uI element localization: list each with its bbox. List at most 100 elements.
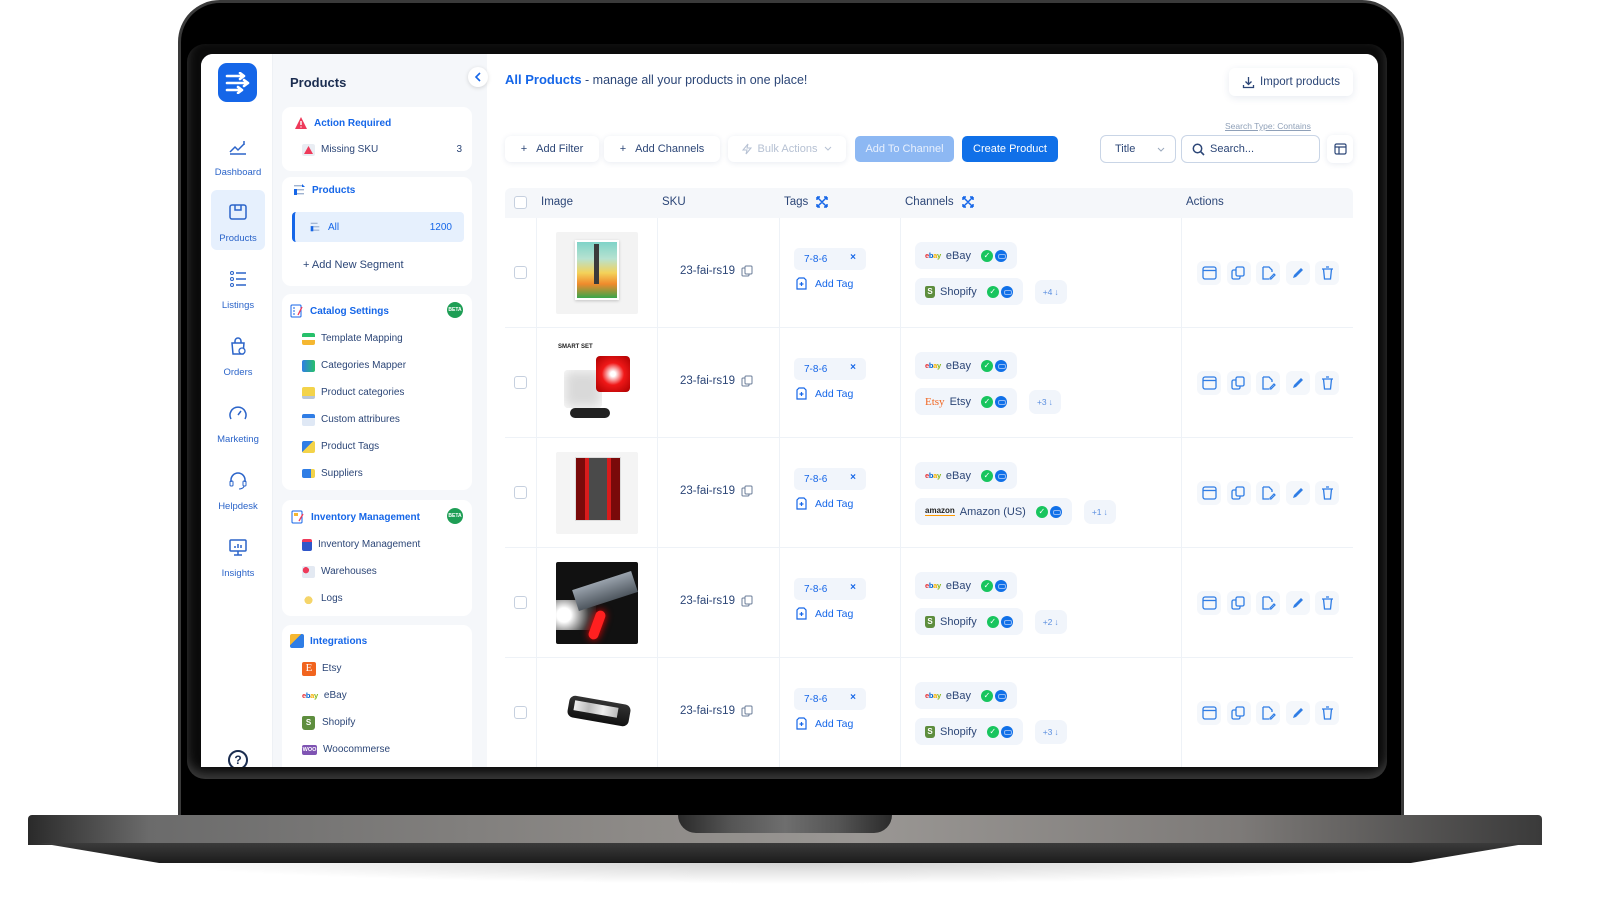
add-tag-button[interactable]: Add Tag xyxy=(794,277,866,290)
search-type-link[interactable]: Search Type: Contains xyxy=(1225,121,1311,131)
link-icon[interactable] xyxy=(995,689,1007,702)
edit-document-button[interactable] xyxy=(1256,481,1280,505)
copy-icon[interactable] xyxy=(741,485,753,497)
expand-arrows-icon[interactable] xyxy=(961,196,974,208)
add-segment-button[interactable]: + Add New Segment xyxy=(303,259,404,271)
view-button[interactable] xyxy=(1197,371,1221,395)
sidebar-item-logs[interactable]: Logs xyxy=(292,585,420,612)
more-channels-button[interactable]: +4 ↓ xyxy=(1034,279,1067,304)
row-checkbox[interactable] xyxy=(514,376,527,389)
search-input[interactable] xyxy=(1210,143,1310,155)
link-icon[interactable] xyxy=(1000,285,1013,298)
bulk-actions-dropdown[interactable]: Bulk Actions xyxy=(728,136,846,162)
delete-button[interactable] xyxy=(1315,481,1339,505)
view-button[interactable] xyxy=(1197,261,1221,285)
product-image[interactable] xyxy=(556,452,638,534)
rail-item-dashboard[interactable]: Dashboard xyxy=(211,124,265,184)
tag-chip[interactable]: 7-8-6 × xyxy=(794,358,866,380)
channel-chip-shopify[interactable]: S Shopify ✓ xyxy=(915,718,1023,745)
sidebar-item-custom-attributes[interactable]: Custom attribures xyxy=(292,406,406,433)
duplicate-button[interactable] xyxy=(1226,701,1251,725)
create-product-button[interactable]: Create Product xyxy=(962,136,1058,162)
link-icon[interactable] xyxy=(1000,725,1013,738)
search-field-select[interactable]: Title xyxy=(1100,135,1176,163)
add-channels-button[interactable]: + Add Channels xyxy=(604,136,720,162)
copy-icon[interactable] xyxy=(741,265,753,277)
sidebar-item-template-mapping[interactable]: Template Mapping xyxy=(292,325,406,352)
remove-tag-icon[interactable]: × xyxy=(850,692,856,703)
channel-chip-ebay[interactable]: ebay eBay ✓ xyxy=(915,462,1017,489)
rail-item-orders[interactable]: Orders xyxy=(211,324,265,384)
link-icon[interactable] xyxy=(995,469,1007,482)
sidebar-item-missing-sku[interactable]: Missing SKU 3 xyxy=(292,136,472,163)
app-logo[interactable] xyxy=(218,63,257,102)
edit-document-button[interactable] xyxy=(1256,261,1280,285)
duplicate-button[interactable] xyxy=(1226,481,1251,505)
row-checkbox[interactable] xyxy=(514,596,527,609)
collapse-sidebar-button[interactable] xyxy=(468,67,488,87)
view-button[interactable] xyxy=(1197,701,1221,725)
row-checkbox[interactable] xyxy=(514,266,527,279)
sidebar-item-inventory-management[interactable]: Inventory Management xyxy=(292,531,420,558)
sidebar-item-ebay[interactable]: ebay eBay xyxy=(292,682,390,709)
edit-button[interactable] xyxy=(1285,591,1310,615)
sidebar-item-woocommerce[interactable]: WOO Woocommerse xyxy=(292,736,390,763)
add-to-channel-button[interactable]: Add To Channel xyxy=(855,136,954,162)
channel-chip-etsy[interactable]: Etsy Etsy ✓ xyxy=(915,388,1017,415)
delete-button[interactable] xyxy=(1315,591,1339,615)
link-icon[interactable] xyxy=(1000,615,1013,628)
tag-chip[interactable]: 7-8-6 × xyxy=(794,468,866,490)
tag-chip[interactable]: 7-8-6 × xyxy=(794,578,866,600)
view-button[interactable] xyxy=(1197,591,1221,615)
sidebar-item-etsy[interactable]: E Etsy xyxy=(292,655,390,682)
row-checkbox[interactable] xyxy=(514,706,527,719)
more-channels-button[interactable]: +1 ↓ xyxy=(1083,499,1116,524)
tag-chip[interactable]: 7-8-6 × xyxy=(794,248,866,270)
more-channels-button[interactable]: +3 ↓ xyxy=(1034,719,1067,744)
product-image[interactable] xyxy=(556,232,638,314)
sidebar-item-product-tags[interactable]: Product Tags xyxy=(292,433,406,460)
product-image[interactable]: SMART SET xyxy=(556,342,638,424)
copy-icon[interactable] xyxy=(741,595,753,607)
segment-all[interactable]: All 1200 xyxy=(292,212,464,242)
more-channels-button[interactable]: +3 ↓ xyxy=(1028,389,1061,414)
add-tag-button[interactable]: Add Tag xyxy=(794,497,866,510)
row-checkbox[interactable] xyxy=(514,486,527,499)
rail-item-helpdesk[interactable]: Helpdesk xyxy=(211,458,265,518)
channel-chip-ebay[interactable]: ebay eBay ✓ xyxy=(915,572,1017,599)
help-button[interactable]: ? xyxy=(228,750,248,767)
checkbox[interactable] xyxy=(514,196,527,209)
channel-chip-ebay[interactable]: ebay eBay ✓ xyxy=(915,242,1017,269)
delete-button[interactable] xyxy=(1315,371,1339,395)
search-box[interactable] xyxy=(1181,135,1320,163)
channel-chip-shopify[interactable]: S Shopify ✓ xyxy=(915,608,1023,635)
edit-button[interactable] xyxy=(1285,701,1310,725)
edit-button[interactable] xyxy=(1285,261,1310,285)
sidebar-item-categories-mapper[interactable]: Categories Mapper xyxy=(292,352,406,379)
channel-chip-amazon[interactable]: amazon Amazon (US) ✓ xyxy=(915,498,1072,525)
duplicate-button[interactable] xyxy=(1226,371,1251,395)
sidebar-item-suppliers[interactable]: Suppliers xyxy=(292,460,406,487)
product-image[interactable] xyxy=(556,672,638,754)
edit-document-button[interactable] xyxy=(1256,371,1280,395)
duplicate-button[interactable] xyxy=(1226,261,1251,285)
copy-icon[interactable] xyxy=(741,375,753,387)
link-icon[interactable] xyxy=(995,579,1007,592)
edit-button[interactable] xyxy=(1285,371,1310,395)
add-tag-button[interactable]: Add Tag xyxy=(794,717,866,730)
more-channels-button[interactable]: +2 ↓ xyxy=(1034,609,1067,634)
edit-document-button[interactable] xyxy=(1256,591,1280,615)
delete-button[interactable] xyxy=(1315,701,1339,725)
rail-item-products[interactable]: Products xyxy=(211,190,265,250)
add-tag-button[interactable]: Add Tag xyxy=(794,607,866,620)
copy-icon[interactable] xyxy=(741,705,753,717)
edit-document-button[interactable] xyxy=(1256,701,1280,725)
channel-chip-ebay[interactable]: ebay eBay ✓ xyxy=(915,682,1017,709)
edit-button[interactable] xyxy=(1285,481,1310,505)
link-icon[interactable] xyxy=(995,249,1007,262)
expand-arrows-icon[interactable] xyxy=(816,196,829,208)
rail-item-insights[interactable]: Insights xyxy=(211,525,265,585)
link-icon[interactable] xyxy=(995,359,1007,372)
sidebar-item-warehouses[interactable]: Warehouses xyxy=(292,558,420,585)
sidebar-item-product-categories[interactable]: Product categories xyxy=(292,379,406,406)
